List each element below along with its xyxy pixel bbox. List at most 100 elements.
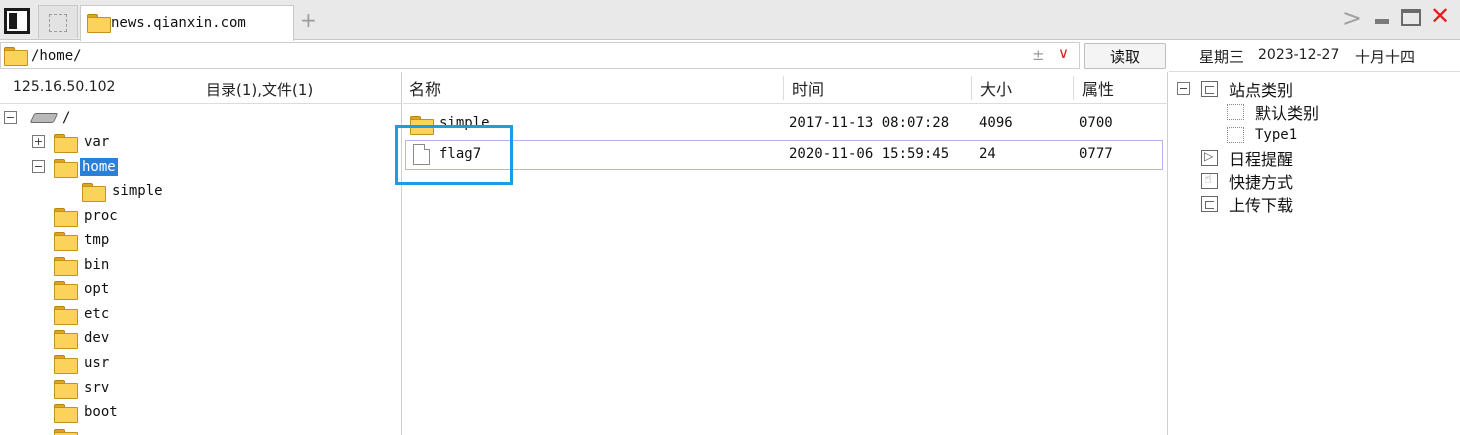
folder-icon (54, 133, 78, 153)
date: 2023-12-27 (1258, 47, 1340, 63)
tree-item-partial[interactable] (54, 425, 78, 435)
file-name: flag7 (439, 146, 482, 162)
folder-icon (410, 116, 434, 135)
tree-item-proc[interactable]: proc (54, 204, 120, 228)
schedule-node[interactable]: 日程提醒 (1201, 147, 1293, 169)
folder-icon (54, 231, 78, 251)
blank-page-icon (49, 14, 67, 32)
tree-item-label: var (84, 134, 110, 150)
tree-item-dev[interactable]: dev (54, 326, 111, 350)
tab-blank[interactable] (38, 5, 78, 38)
expand-icon[interactable]: + (32, 135, 45, 148)
path-input[interactable]: /home/ (0, 42, 1080, 69)
default-category-node[interactable]: 默认类别 (1227, 101, 1319, 123)
minimize-button[interactable] (1375, 19, 1389, 24)
tree-item-bin[interactable]: bin (54, 253, 111, 277)
tree-item-tmp[interactable]: tmp (54, 228, 111, 252)
tree-item-label: etc (84, 306, 110, 322)
address-bar: /home/ ± ∨ 读取 (0, 41, 1168, 71)
column-name[interactable]: 名称 (403, 72, 441, 104)
collapse-icon[interactable]: − (32, 160, 45, 173)
tree-item-label: bin (84, 257, 110, 273)
tree-item-label: Type1 (1255, 127, 1298, 143)
file-row-flag7[interactable]: flag7 2020-11-06 15:59:45 24 0777 (405, 140, 1163, 170)
column-divider[interactable] (1073, 76, 1074, 100)
file-list-panel: 名称 时间 大小 属性 simple 2017-11-13 08:07:28 4… (403, 72, 1168, 435)
read-button[interactable]: 读取 (1084, 43, 1166, 69)
tree-item-label: usr (84, 355, 110, 371)
tree-item-label: 快捷方式 (1229, 173, 1294, 192)
dir-file-count: 目录(1),文件(1) (206, 81, 314, 99)
file-size: 4096 (979, 115, 1013, 131)
type1-node[interactable]: Type1 (1227, 124, 1297, 146)
tab-bar: news.qianxin.com + > ✕ (0, 0, 1460, 41)
file-time: 2017-11-13 08:07:28 (789, 115, 950, 131)
drive-icon (29, 113, 59, 123)
maximize-button[interactable] (1401, 9, 1421, 26)
add-tab-button[interactable]: + (300, 10, 317, 30)
box-icon (1201, 81, 1218, 97)
weekday: 星期三 (1199, 48, 1245, 66)
plus-minus-icon[interactable]: ± (1032, 46, 1045, 64)
folder-icon (82, 182, 106, 202)
tab-label: news.qianxin.com (111, 15, 246, 31)
collapse-icon[interactable]: − (4, 111, 17, 124)
folder-icon (54, 354, 78, 374)
path-text: /home/ (31, 48, 82, 64)
column-attr[interactable]: 属性 (1076, 72, 1114, 104)
column-time[interactable]: 时间 (786, 72, 824, 104)
folder-icon (54, 305, 78, 325)
site-category-node[interactable]: − 站点类别 (1177, 78, 1293, 100)
folder-icon (54, 329, 78, 349)
folder-icon (54, 207, 78, 227)
file-attr: 0700 (1079, 115, 1113, 131)
collapse-icon[interactable]: − (1177, 82, 1190, 95)
tree-header: 125.16.50.102 目录(1),文件(1) (0, 72, 401, 104)
tree-item-label: 日程提醒 (1229, 150, 1294, 169)
tree-item-simple[interactable]: simple (82, 179, 165, 203)
app-menu-icon[interactable] (4, 8, 30, 34)
tree-item-label: simple (112, 183, 163, 199)
shortcut-icon (1201, 172, 1218, 189)
tree-item-root[interactable]: − / (4, 106, 72, 130)
tree-item-boot[interactable]: boot (54, 400, 120, 424)
tree-item-srv[interactable]: srv (54, 376, 111, 400)
tree-item-label: dev (84, 330, 110, 346)
upload-download-node[interactable]: 上传下载 (1201, 193, 1293, 215)
folder-icon (4, 47, 28, 66)
tree-item-home[interactable]: − home (32, 155, 118, 179)
schedule-icon (1201, 149, 1218, 166)
directory-tree-panel: 125.16.50.102 目录(1),文件(1) − / + var − ho… (0, 72, 402, 435)
column-divider[interactable] (783, 76, 784, 100)
folder-icon (54, 403, 78, 423)
file-icon (413, 144, 430, 165)
tree-item-usr[interactable]: usr (54, 351, 111, 375)
tree-item-label: 站点类别 (1229, 81, 1294, 100)
column-size[interactable]: 大小 (974, 72, 1012, 104)
chevron-down-icon[interactable]: ∨ (1058, 44, 1069, 62)
site-panel: − 站点类别 默认类别 Type1 日程提醒 快捷方式 上传下载 (1169, 72, 1460, 435)
date-bar: 星期三 2023-12-27 十月十四 (1169, 41, 1460, 72)
tree-item-label: / (62, 110, 71, 126)
close-button[interactable]: ✕ (1430, 3, 1450, 29)
tree-item-label: 上传下载 (1229, 196, 1294, 215)
lunar-date: 十月十四 (1355, 48, 1416, 66)
shortcut-node[interactable]: 快捷方式 (1201, 170, 1293, 192)
tree-item-label: proc (84, 208, 118, 224)
tree-item-label: home (80, 158, 118, 176)
tree-item-label: opt (84, 281, 110, 297)
file-list-header: 名称 时间 大小 属性 (403, 72, 1168, 104)
tab-news-qianxin[interactable]: news.qianxin.com (80, 5, 294, 41)
file-attr: 0777 (1079, 146, 1113, 162)
file-row-simple[interactable]: simple 2017-11-13 08:07:28 4096 0700 (405, 109, 1163, 139)
chevron-right-icon[interactable]: > (1342, 6, 1362, 30)
folder-icon (54, 379, 78, 399)
tree-item-etc[interactable]: etc (54, 302, 111, 326)
dotted-box-icon (1227, 127, 1244, 143)
tree-item-label: 默认类别 (1255, 104, 1320, 123)
server-ip: 125.16.50.102 (13, 79, 116, 95)
tree-item-opt[interactable]: opt (54, 277, 111, 301)
tree-item-var[interactable]: + var (32, 130, 111, 154)
column-divider[interactable] (971, 76, 972, 100)
file-size: 24 (979, 146, 996, 162)
